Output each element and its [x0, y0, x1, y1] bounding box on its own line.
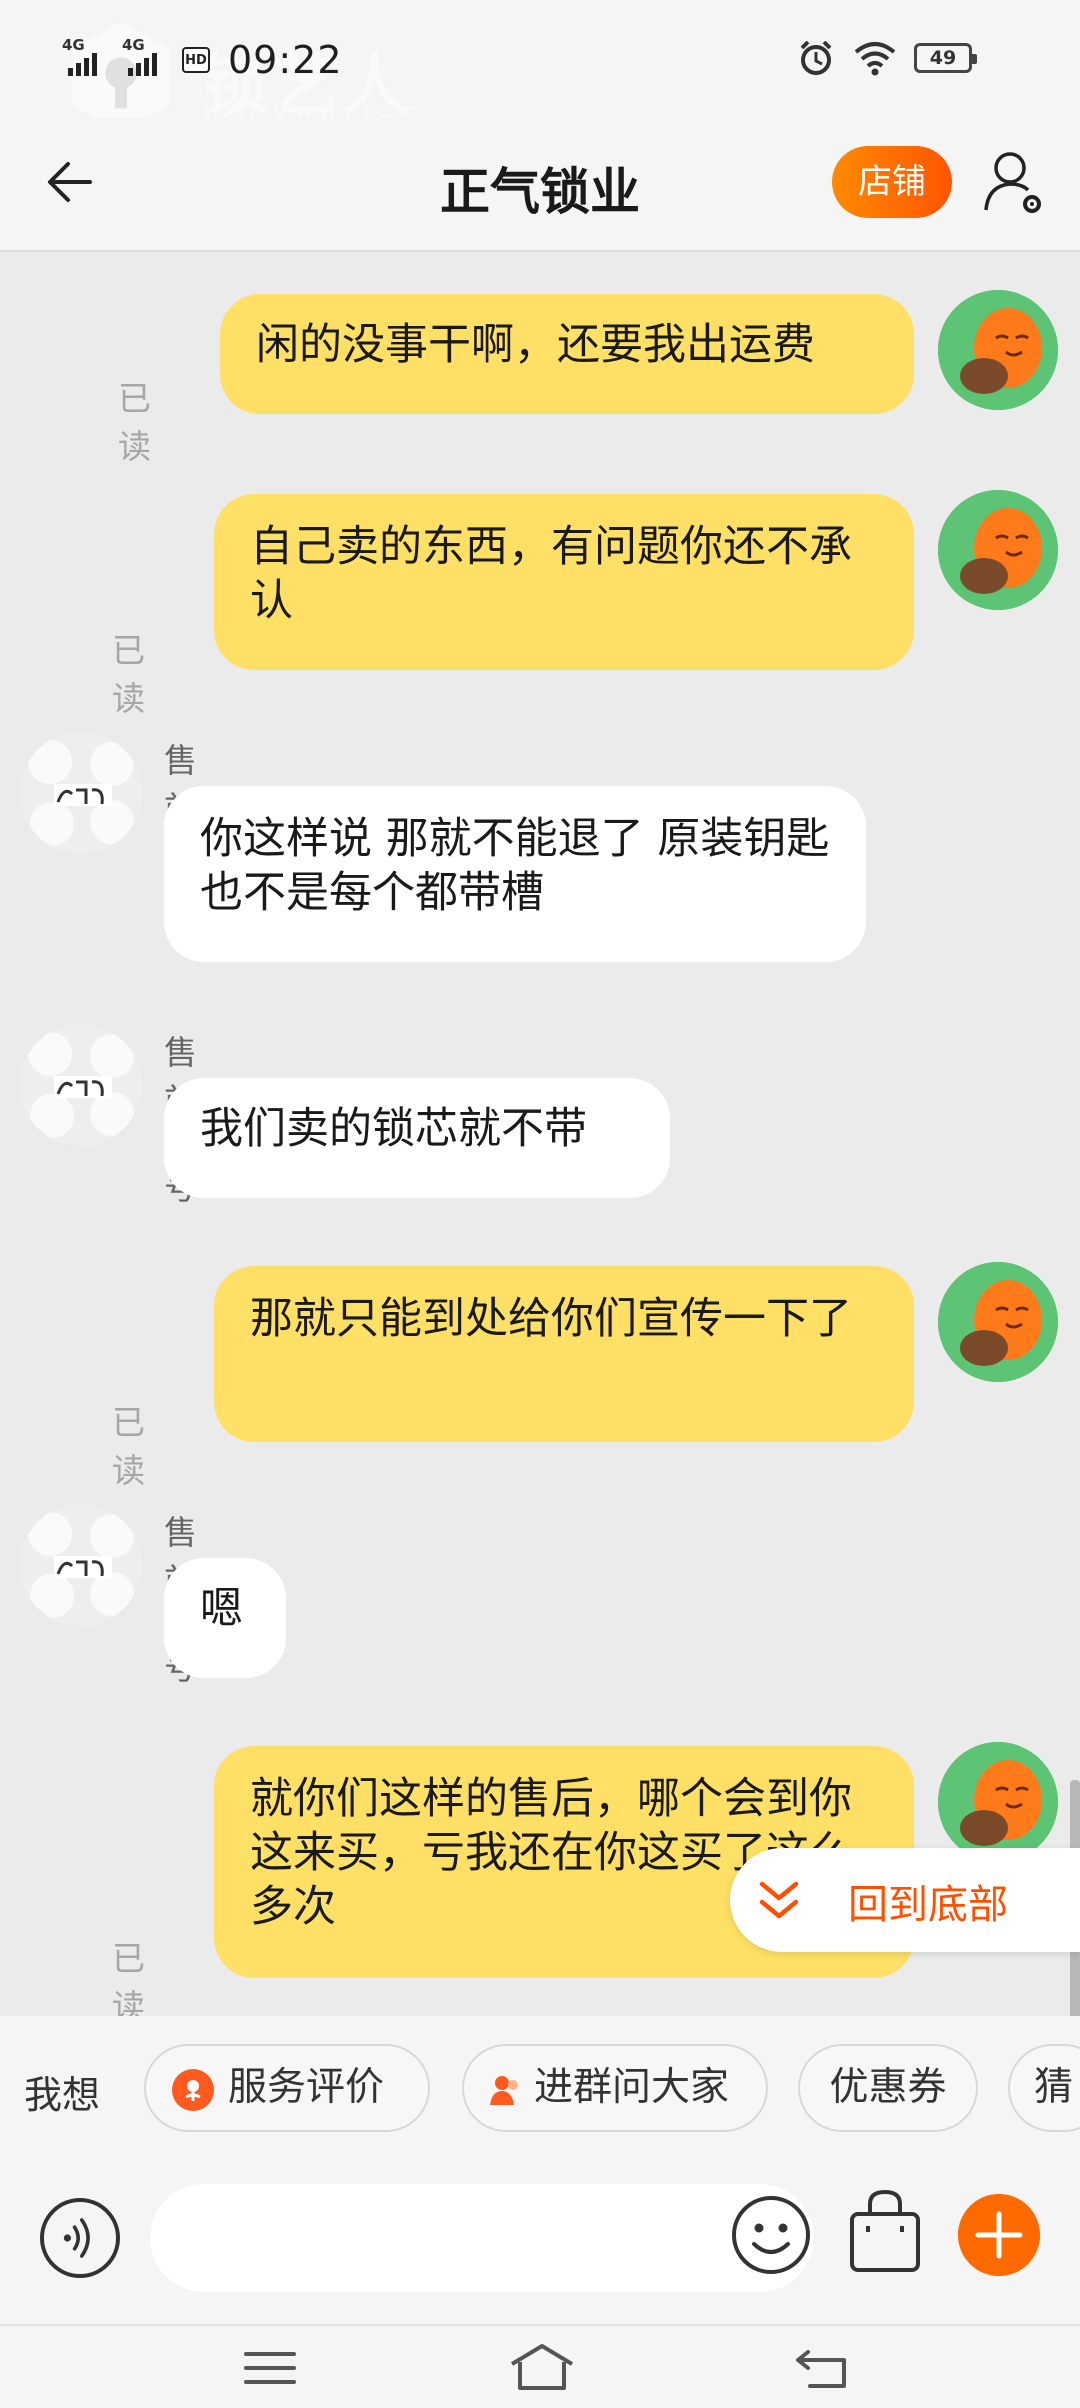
chat-screen: 锁艺人 LOCKARTIST 4G 4G HD 09:22 [0, 0, 1080, 2408]
shop-button[interactable]: 店铺 [832, 146, 952, 218]
shop-logo-icon [20, 1024, 142, 1146]
signal-2-icon: 4G [122, 36, 172, 80]
quick-actions-label: 我想 [24, 2073, 101, 2117]
signal-1-icon: 4G [62, 36, 112, 80]
chat-messages: 已读 闲的没事干啊，还要我出运费 已读 自己卖的东西，有问题你还不承认 售 你这… [0, 254, 1080, 2016]
read-status: 已读 [112, 1939, 145, 2016]
back-icon[interactable] [794, 2340, 854, 2396]
dinosaur-avatar-icon [938, 1262, 1058, 1382]
message-bubble[interactable]: 那就只能到处给你们宣传一下了 [214, 1266, 914, 1442]
shopping-bag-icon[interactable] [846, 2186, 924, 2276]
message-bubble[interactable]: 我们卖的锁芯就不带 [164, 1078, 670, 1198]
chip-coupon[interactable]: 优惠券 [798, 2044, 978, 2132]
shop-logo-icon [20, 1504, 142, 1626]
status-bar: 锁艺人 LOCKARTIST 4G 4G HD 09:22 [0, 0, 1080, 133]
message-input-bar [0, 2156, 1080, 2324]
alarm-icon [800, 40, 832, 75]
status-time: 09:22 [228, 38, 343, 82]
chip-join-group[interactable]: 进群问大家 [462, 2044, 768, 2132]
chat-header: 正气锁业 店铺 [0, 118, 1080, 252]
back-to-bottom-button[interactable]: 回到底部 [730, 1848, 1080, 1952]
chip-service-review[interactable]: 服务评价 [144, 2044, 430, 2132]
read-status: 已读 [112, 631, 145, 718]
double-chevron-down-icon [759, 1881, 799, 1919]
message-input[interactable] [150, 2184, 814, 2292]
smiley-icon[interactable] [730, 2194, 812, 2276]
user-settings-icon[interactable] [982, 148, 1046, 218]
plus-icon[interactable] [958, 2194, 1040, 2276]
my-avatar[interactable] [938, 290, 1058, 410]
message-bubble[interactable]: 你这样说 那就不能退了 原装钥匙 也不是每个都带槽 [164, 786, 866, 962]
read-status: 已读 [118, 379, 151, 466]
quick-actions-bar: 我想 服务评价 进群问大家 优惠券 猜 [0, 2016, 1080, 2156]
voice-icon[interactable] [40, 2198, 120, 2278]
hd-badge: HD [182, 47, 210, 73]
message-bubble[interactable]: 自己卖的东西，有问题你还不承认 [214, 494, 914, 670]
message-bubble[interactable]: 闲的没事干啊，还要我出运费 [220, 294, 914, 414]
read-status: 已读 [112, 1403, 145, 1490]
my-avatar[interactable] [938, 1262, 1058, 1382]
my-avatar[interactable] [938, 490, 1058, 610]
message-bubble[interactable]: 嗯 [164, 1558, 286, 1678]
home-icon[interactable] [506, 2340, 578, 2396]
chip-guess[interactable]: 猜 [1008, 2044, 1080, 2132]
menu-icon[interactable] [240, 2340, 300, 2396]
dinosaur-avatar-icon [938, 1742, 1058, 1862]
seller-avatar[interactable] [20, 1024, 142, 1146]
dinosaur-avatar-icon [938, 490, 1058, 610]
shop-logo-icon [20, 732, 142, 854]
seller-avatar[interactable] [20, 1504, 142, 1626]
dinosaur-avatar-icon [938, 290, 1058, 410]
back-to-bottom-label: 回到底部 [848, 1882, 1008, 1928]
system-navbar [0, 2324, 1080, 2408]
group-icon [490, 2075, 518, 2105]
wifi-icon [854, 42, 896, 76]
my-avatar[interactable] [938, 1742, 1058, 1862]
seller-avatar[interactable] [20, 732, 142, 854]
flower-icon [172, 2068, 214, 2111]
battery-icon: 49 [914, 43, 977, 73]
